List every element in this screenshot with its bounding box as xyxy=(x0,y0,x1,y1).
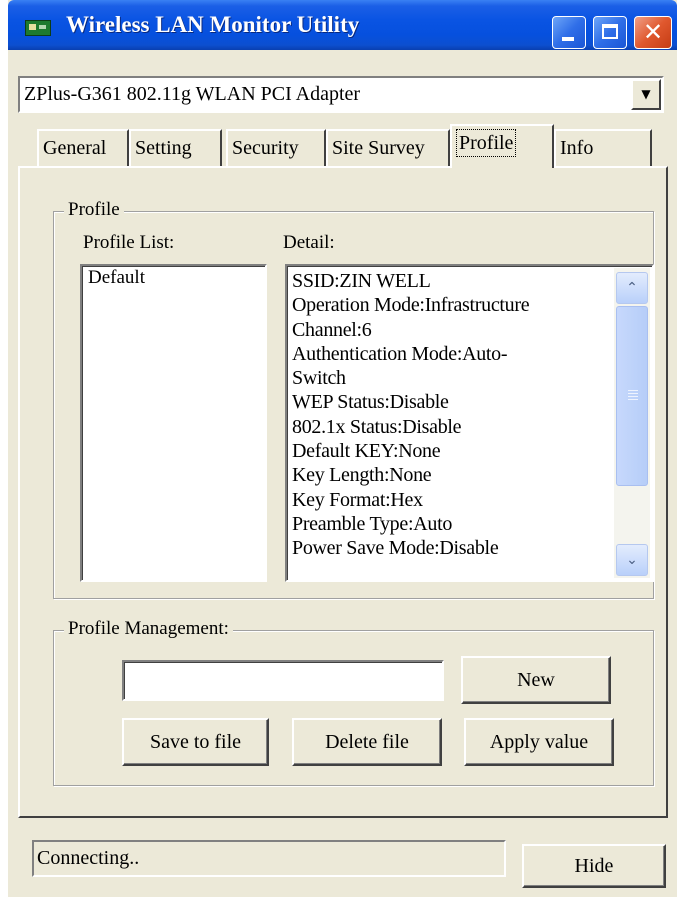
tab-label: Security xyxy=(232,137,299,159)
adapter-select[interactable]: ZPlus-G361 802.11g WLAN PCI Adapter ▼ xyxy=(18,76,664,113)
detail-box[interactable]: SSID:ZIN WELL Operation Mode:Infrastruct… xyxy=(285,264,654,582)
save-to-file-button[interactable]: Save to file xyxy=(122,718,269,766)
scroll-up-icon[interactable]: ⌃ xyxy=(616,272,648,304)
profile-name-input[interactable] xyxy=(122,660,444,701)
close-button[interactable]: ✕ xyxy=(634,16,672,49)
tab-info[interactable]: Info xyxy=(554,129,652,167)
profile-list-label: Profile List: xyxy=(83,232,175,253)
scroll-down-icon[interactable]: ⌄ xyxy=(616,544,648,576)
tab-label: Site Survey xyxy=(332,137,425,159)
window-title: Wireless LAN Monitor Utility xyxy=(66,12,360,37)
network-card-icon[interactable] xyxy=(25,20,51,36)
apply-value-button[interactable]: Apply value xyxy=(464,718,614,766)
minimize-button[interactable] xyxy=(552,16,586,49)
detail-scrollbar[interactable]: ⌃ ⌄ xyxy=(614,268,650,578)
chevron-down-icon[interactable]: ▼ xyxy=(631,79,661,110)
tab-site-survey[interactable]: Site Survey xyxy=(326,129,450,167)
close-icon: ✕ xyxy=(642,18,664,46)
detail-line: Channel:6 xyxy=(292,318,372,341)
app-window: Wireless LAN Monitor Utility ✕ ZPlus-G36… xyxy=(8,0,677,897)
detail-text: SSID:ZIN WELL Operation Mode:Infrastruct… xyxy=(292,269,530,561)
grip-icon xyxy=(628,390,638,400)
profile-group-title: Profile xyxy=(64,199,124,221)
detail-line: 802.1x Status:Disable xyxy=(292,415,462,438)
tab-general[interactable]: General xyxy=(37,129,129,167)
tab-label: Setting xyxy=(135,137,192,159)
detail-line: SSID:ZIN WELL xyxy=(292,270,431,292)
tab-label: General xyxy=(43,137,107,159)
scroll-thumb[interactable] xyxy=(616,306,648,486)
detail-line: Preamble Type:Auto xyxy=(292,512,453,535)
list-item[interactable]: Default xyxy=(88,267,145,289)
detail-line: Key Format:Hex xyxy=(292,488,423,511)
adapter-select-value: ZPlus-G361 802.11g WLAN PCI Adapter xyxy=(24,83,361,105)
tab-profile[interactable]: Profile xyxy=(450,124,554,168)
tab-security[interactable]: Security xyxy=(226,129,326,167)
profile-management-title: Profile Management: xyxy=(64,618,233,640)
title-bar[interactable]: Wireless LAN Monitor Utility ✕ xyxy=(8,0,677,50)
detail-line: Operation Mode:Infrastructure xyxy=(292,294,530,317)
maximize-button[interactable] xyxy=(593,16,627,49)
profile-list[interactable]: Default xyxy=(80,264,267,582)
detail-line: Default KEY:None xyxy=(292,440,441,463)
detail-line: Key Length:None xyxy=(292,464,432,487)
status-text: Connecting.. xyxy=(32,840,506,877)
detail-line: Switch xyxy=(292,367,346,390)
detail-line: Authentication Mode:Auto- xyxy=(292,342,508,365)
minimize-icon xyxy=(562,37,574,41)
new-button[interactable]: New xyxy=(461,656,611,704)
hide-button[interactable]: Hide xyxy=(522,844,666,888)
detail-line: Power Save Mode:Disable xyxy=(292,537,499,560)
tab-label: Profile xyxy=(456,129,517,157)
tab-label: Info xyxy=(560,137,594,159)
tab-setting[interactable]: Setting xyxy=(129,129,222,167)
maximize-icon xyxy=(602,24,618,39)
detail-label: Detail: xyxy=(283,232,335,253)
delete-file-button[interactable]: Delete file xyxy=(292,718,442,766)
detail-line: WEP Status:Disable xyxy=(292,391,449,414)
